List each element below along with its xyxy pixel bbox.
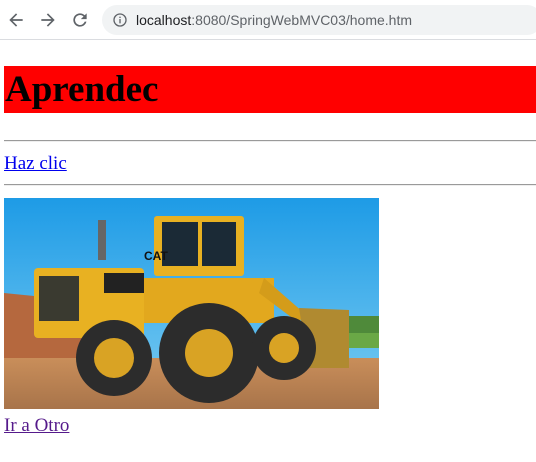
url-text[interactable]: localhost:8080/SpringWebMVC03/home.htm: [136, 12, 412, 28]
horizontal-rule: [4, 140, 536, 142]
url-path: :8080/SpringWebMVC03/home.htm: [191, 12, 413, 28]
horizontal-rule: [4, 184, 536, 186]
forward-button[interactable]: [36, 8, 60, 32]
page-title: Aprendec: [5, 69, 159, 110]
haz-clic-link[interactable]: Haz clic: [4, 153, 67, 175]
wheel-loader-image: CAT: [4, 198, 379, 409]
address-bar[interactable]: localhost:8080/SpringWebMVC03/home.htm: [102, 5, 536, 35]
reload-button[interactable]: [68, 8, 92, 32]
title-banner: Aprendec: [4, 66, 536, 113]
url-host: localhost: [136, 12, 192, 28]
info-icon[interactable]: [112, 12, 128, 28]
svg-text:CAT: CAT: [144, 249, 168, 263]
back-button[interactable]: [4, 8, 28, 32]
ir-a-otro-link[interactable]: Ir a Otro: [4, 415, 69, 437]
page-content: Aprendec Haz clic CAT Ir a Otro: [0, 40, 536, 462]
arrow-right-icon: [41, 13, 55, 27]
reload-icon: [73, 13, 87, 27]
browser-toolbar: localhost:8080/SpringWebMVC03/home.htm: [0, 0, 536, 40]
arrow-left-icon: [9, 13, 23, 27]
